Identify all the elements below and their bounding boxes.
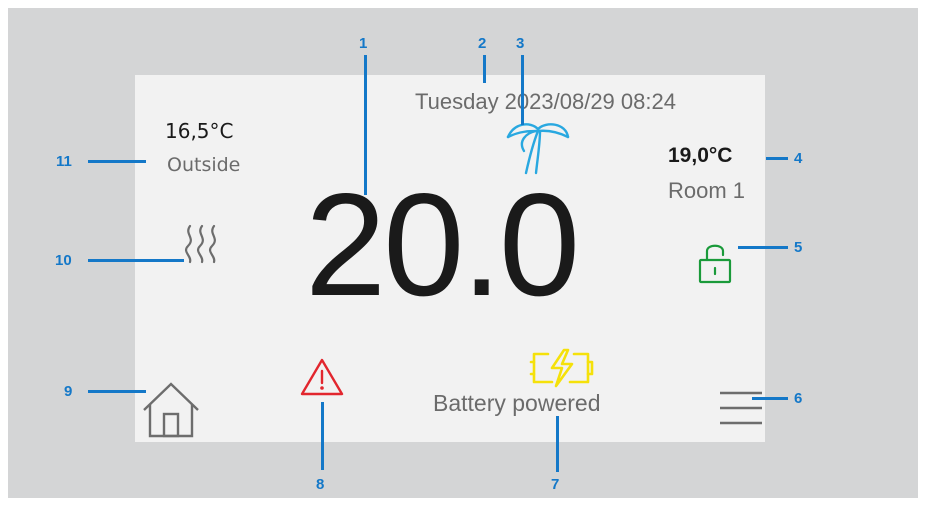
- callout-5-line: [738, 246, 788, 249]
- callout-5: 5: [794, 239, 803, 256]
- outside-temperature: 16,5°C: [165, 119, 234, 143]
- home-icon[interactable]: [142, 382, 202, 438]
- callout-11-line: [88, 160, 146, 163]
- callout-10: 10: [55, 252, 72, 269]
- thermostat-screen: Tuesday 2023/08/29 08:24 16,5°C Outside …: [135, 75, 765, 442]
- callout-3-line: [521, 55, 524, 125]
- setpoint-temperature[interactable]: 20.0: [305, 165, 580, 325]
- datetime-label: Tuesday 2023/08/29 08:24: [415, 89, 676, 114]
- outside-label: Outside: [167, 154, 241, 176]
- unlocked-padlock-icon[interactable]: [698, 240, 732, 284]
- hamburger-menu-icon[interactable]: [718, 388, 764, 428]
- callout-11: 11: [56, 153, 72, 170]
- callout-10-line: [88, 259, 184, 262]
- callout-9: 9: [64, 383, 73, 400]
- heating-waves-icon: [184, 224, 216, 264]
- callout-4: 4: [794, 150, 803, 167]
- callout-7: 7: [551, 476, 560, 493]
- warning-triangle-icon[interactable]: [300, 357, 344, 397]
- callout-6: 6: [794, 390, 803, 407]
- callout-1: 1: [359, 35, 368, 52]
- callout-7-line: [556, 416, 559, 472]
- palm-tree-icon[interactable]: [500, 115, 570, 175]
- callout-6-line: [752, 397, 788, 400]
- callout-4-line: [766, 157, 788, 160]
- callout-8-line: [321, 402, 324, 470]
- callout-9-line: [88, 390, 146, 393]
- room-temperature: 19,0°C: [668, 144, 733, 167]
- power-status-label: Battery powered: [433, 390, 601, 416]
- callout-1-line: [364, 55, 367, 195]
- callout-2: 2: [478, 35, 487, 52]
- callout-8: 8: [316, 476, 325, 493]
- callout-3: 3: [516, 35, 525, 52]
- room-name: Room 1: [668, 178, 746, 203]
- callout-2-line: [483, 55, 486, 83]
- battery-charging-icon: [529, 348, 594, 388]
